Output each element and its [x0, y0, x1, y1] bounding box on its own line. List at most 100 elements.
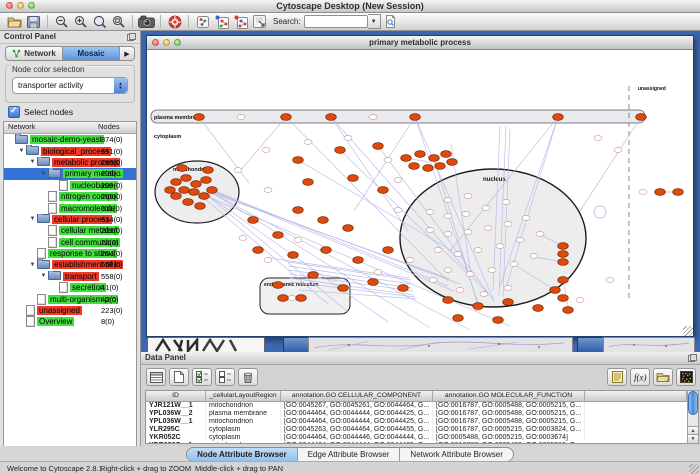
tree-row[interactable]: ▼cellular process614(0)	[4, 214, 136, 225]
tab-network-attribute-browser[interactable]: Network Attribute Browser	[399, 448, 512, 461]
network-canvas[interactable]: plasma membranecytoplasmmitochondrionnuc…	[148, 50, 692, 335]
open-session-icon[interactable]	[5, 14, 24, 29]
tree-item-label[interactable]: transport	[63, 272, 99, 281]
disclosure-arrow-icon[interactable]: ▼	[39, 171, 48, 177]
snapshot-icon[interactable]	[137, 14, 156, 29]
attribute-table[interactable]: ID_cellularLayoutRegionannotation.GO CEL…	[145, 390, 688, 444]
table-row[interactable]: YJR121W__1mitochondrion[GO:0045267, GO:0…	[146, 402, 687, 410]
status-welcome: Welcome to Cytoscape 2.8.1	[7, 464, 103, 473]
search-input[interactable]	[304, 15, 368, 28]
import-attribute-file-icon[interactable]	[653, 368, 673, 386]
vizmapper-icon[interactable]	[193, 14, 212, 29]
table-row[interactable]: YDR039C__1mitochondrion[GO:0044464, GO:0…	[146, 441, 687, 444]
table-row[interactable]: YLR295Ccytoplasm[GO:0045263, GO:0044464,…	[146, 426, 687, 434]
tree-row[interactable]: macromolecule311(0)	[4, 202, 136, 213]
tree-row[interactable]: cellular metabol209(0)	[4, 225, 136, 236]
tree-item-label[interactable]: unassigned	[37, 306, 82, 315]
background-window-fragment[interactable]	[147, 337, 265, 352]
table-scrollbar[interactable]: ▲ ▼	[687, 390, 699, 444]
table-row[interactable]: YPL036W__1mitochondrion[GO:0044464, GO:0…	[146, 418, 687, 426]
zoom-fit-icon[interactable]	[90, 14, 109, 29]
select-nodes-checkbox[interactable]	[8, 106, 20, 118]
tab-edge-attribute-browser[interactable]: Edge Attribute Browser	[297, 448, 400, 461]
disclosure-arrow-icon[interactable]: ▼	[28, 262, 37, 268]
zoom-in-icon[interactable]	[71, 14, 90, 29]
zoom-out-icon[interactable]	[52, 14, 71, 29]
data-panel-toolbar: f(x)	[141, 366, 700, 388]
network-graph[interactable]: plasma membranecytoplasmmitochondrionnuc…	[148, 50, 692, 335]
help-icon[interactable]	[165, 14, 184, 29]
scrollbar-thumb[interactable]	[688, 391, 698, 415]
tree-item-label[interactable]: Overview	[37, 317, 74, 326]
network-view-window[interactable]: primary metabolic process plasma membran…	[146, 35, 694, 337]
unselect-all-attributes-icon[interactable]	[215, 368, 235, 386]
main-toolbar: Search: ▼	[0, 13, 700, 31]
background-window-fragment[interactable]	[603, 337, 695, 352]
tree-row[interactable]: multi-organism pro42(0)	[4, 293, 136, 304]
table-row[interactable]: YKR052Ccytoplasm[GO:0044464, GO:0044446,…	[146, 434, 687, 442]
tree-row[interactable]: Overview8(0)	[4, 316, 136, 327]
background-window-titlebar[interactable]	[577, 337, 605, 352]
tree-column-nodes[interactable]: Nodes	[98, 122, 136, 133]
tree-row[interactable]: mosaic-demo-yeast874(0)	[4, 134, 136, 145]
network-window-titlebar[interactable]: primary metabolic process	[147, 36, 693, 50]
import-network-icon[interactable]	[212, 14, 231, 29]
save-session-icon[interactable]	[24, 14, 43, 29]
formula-builder-icon[interactable]: f(x)	[630, 368, 650, 386]
tab-mosaic[interactable]: Mosaic	[62, 46, 120, 61]
search-dropdown-button[interactable]: ▼	[368, 14, 381, 29]
node-color-dropdown[interactable]: transporter activity ▲▼	[12, 77, 128, 94]
tab-node-attribute-browser[interactable]: Node Attribute Browser	[187, 448, 297, 461]
attribute-matrix-icon[interactable]	[676, 368, 696, 386]
search-settings-icon[interactable]	[381, 14, 400, 29]
column-header[interactable]: annotation.GO CELLULAR_COMPONENT	[281, 391, 433, 401]
table-row[interactable]: YPL036W__2plasma membrane[GO:0044464, GO…	[146, 410, 687, 418]
disclosure-arrow-icon[interactable]: ▼	[28, 216, 37, 222]
tree-row[interactable]: ▼primary metabo209(...	[4, 168, 136, 179]
tree-row[interactable]: nitrogen compo209(0)	[4, 191, 136, 202]
network-window-resize-grip[interactable]	[683, 326, 693, 336]
attribute-list-icon[interactable]	[607, 368, 627, 386]
select-all-attributes-icon[interactable]	[192, 368, 212, 386]
table-cell: YPL036W__2	[146, 410, 206, 417]
tree-row[interactable]: ▼establishment of lo558(0)	[4, 259, 136, 270]
tree-row[interactable]: secretion41(0)	[4, 282, 136, 293]
tree-column-network[interactable]: Network	[4, 122, 98, 133]
float-panel-icon[interactable]	[127, 33, 136, 41]
tree-row[interactable]: ▼transport558(0)	[4, 271, 136, 282]
tree-row[interactable]: ▼metabolic process280(0)	[4, 157, 136, 168]
more-tabs-button[interactable]: ▶	[120, 46, 135, 61]
network-page-icon	[48, 237, 57, 248]
disclosure-arrow-icon[interactable]: ▼	[39, 273, 48, 279]
column-header[interactable]: _cellularLayoutRegion	[206, 391, 281, 401]
table-cell: [GO:0044464, GO:0044444, GO:0044425, G..…	[281, 410, 433, 417]
delete-attribute-icon[interactable]	[238, 368, 258, 386]
annotation-icon[interactable]	[250, 14, 269, 29]
tree-item-node-count: 223(0)	[101, 306, 123, 315]
disclosure-arrow-icon[interactable]: ▼	[17, 148, 26, 154]
background-window-titlebar[interactable]	[283, 337, 310, 352]
tree-row[interactable]: ▼biological_process651(0)	[4, 145, 136, 156]
tree-row[interactable]: cell communicat22(0)	[4, 237, 136, 248]
zoom-selected-icon[interactable]	[109, 14, 128, 29]
dropdown-stepper-icon: ▲▼	[114, 78, 127, 93]
app-resize-grip[interactable]	[689, 464, 699, 474]
tab-network[interactable]: Network	[5, 46, 62, 61]
float-data-panel-icon[interactable]	[688, 354, 697, 362]
tree-item-label[interactable]: mosaic-demo-yeast	[30, 135, 104, 144]
column-header[interactable]	[585, 391, 687, 401]
attribute-table-icon[interactable]	[146, 368, 166, 386]
import-attributes-icon[interactable]	[231, 14, 250, 29]
attribute-table-header[interactable]: ID_cellularLayoutRegionannotation.GO CEL…	[146, 391, 687, 402]
network-tree-header[interactable]: Network Nodes	[4, 122, 136, 134]
column-header[interactable]: ID	[146, 391, 206, 401]
table-cell: [GO:0016787, GO:0005488, GO:0005215, G..…	[433, 402, 585, 409]
new-attribute-icon[interactable]	[169, 368, 189, 386]
tree-row[interactable]: unassigned 223(0)	[4, 305, 136, 316]
tree-row[interactable]: response to stimul264(0)	[4, 248, 136, 259]
background-window-fragment[interactable]	[308, 337, 573, 352]
tree-row[interactable]: nucleobase-209(0)	[4, 180, 136, 191]
disclosure-arrow-icon[interactable]: ▼	[28, 159, 37, 165]
column-header[interactable]: annotation.GO MOLECULAR_FUNCTION	[433, 391, 585, 401]
scroll-down-button[interactable]: ▼	[688, 434, 698, 443]
